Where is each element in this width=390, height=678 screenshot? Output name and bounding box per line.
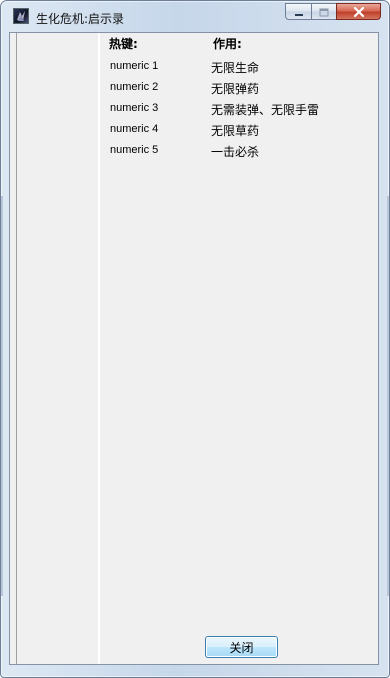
close-icon [353, 2, 365, 21]
close-window-button[interactable] [336, 3, 381, 20]
hotkey-cell: numeric 2 [110, 81, 159, 93]
maximize-button[interactable] [311, 3, 336, 20]
title-bar[interactable]: 生化危机:启示录 [1, 1, 389, 31]
caption-buttons [285, 3, 381, 23]
action-cell: 一击必杀 [211, 145, 260, 159]
trainer-window: 生化危机:启示录 热键: 作用: numeric 1 无限生命 numeric … [0, 0, 390, 678]
side-panel [10, 33, 100, 664]
hotkey-header: 热键: [109, 37, 138, 51]
maximize-icon [319, 2, 329, 21]
window-edge-right [387, 196, 389, 596]
action-cell: 无限草药 [211, 124, 260, 138]
close-button[interactable]: 关闭 [205, 636, 278, 658]
window-title: 生化危机:启示录 [36, 12, 125, 26]
minimize-icon [294, 2, 304, 21]
hotkey-cell: numeric 5 [110, 144, 159, 156]
action-header: 作用: [213, 37, 242, 51]
hotkey-cell: numeric 1 [110, 60, 159, 72]
action-cell: 无限弹药 [211, 82, 260, 96]
hotkey-cell: numeric 4 [110, 123, 159, 135]
content-panel: 热键: 作用: numeric 1 无限生命 numeric 2 无限弹药 nu… [9, 32, 379, 665]
divider [16, 33, 17, 664]
hotkey-cell: numeric 3 [110, 102, 159, 114]
window-edge-left [1, 196, 3, 596]
action-cell: 无限生命 [211, 61, 260, 75]
minimize-button[interactable] [285, 3, 311, 20]
action-cell: 无需装弹、无限手雷 [211, 103, 320, 117]
app-icon [13, 8, 29, 24]
